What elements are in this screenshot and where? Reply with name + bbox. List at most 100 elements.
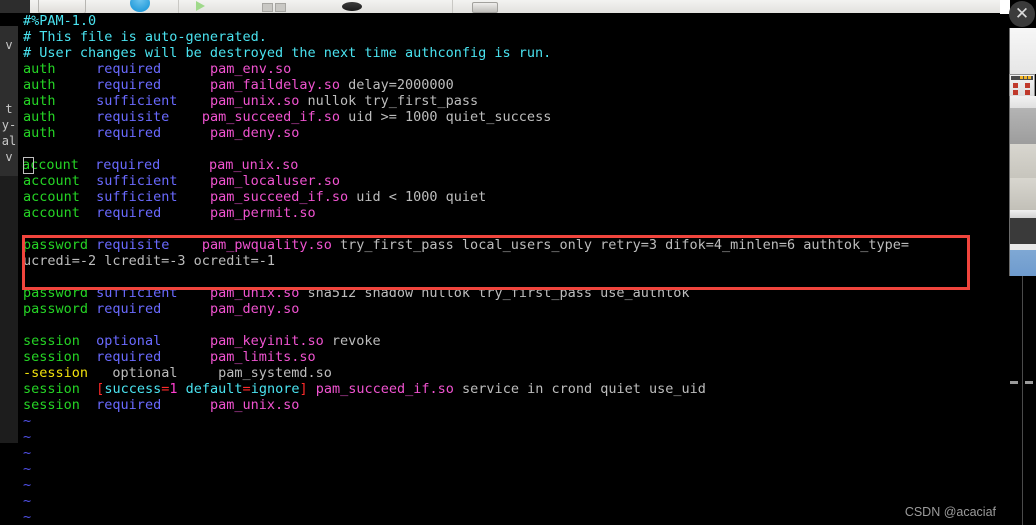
background-char-2: t: [5, 102, 13, 116]
vim-empty-marker: ~: [23, 493, 32, 509]
toolbar-split-icon-left[interactable]: [262, 3, 273, 12]
right-panel-f[interactable]: [1009, 210, 1036, 218]
pam-module: pam_permit.so: [209, 205, 316, 221]
pam-args: sha512 shadow nullok try_first_pass use_…: [299, 285, 690, 301]
right-panel-selected[interactable]: [1009, 250, 1036, 276]
pam-args: uid < 1000 quiet: [348, 189, 487, 205]
icon-red-4: [1025, 90, 1030, 95]
pam-control: required: [96, 125, 162, 141]
pam-module: pam_env.so: [209, 61, 292, 77]
right-panel-a[interactable]: [1009, 28, 1036, 74]
code-line-22-dash-session: -session optional pam_systemd.so: [23, 365, 332, 381]
code-line-20: session optional pam_keyinit.so revoke: [23, 333, 381, 349]
pam-module: pam_unix.so: [209, 93, 300, 109]
line-comment: # User changes will be destroyed the nex…: [23, 45, 552, 61]
pam-control: requisite: [96, 237, 170, 253]
code-line-13: account required pam_permit.so: [23, 205, 316, 221]
toolbar-pill-icon[interactable]: [342, 2, 362, 11]
code-line-7: auth requisite pam_succeed_if.so uid >= …: [23, 109, 551, 125]
background-char-5: v: [5, 150, 13, 164]
vim-empty-marker: ~: [23, 413, 32, 429]
bracket-equals-2: =: [242, 381, 251, 397]
toolbar-run-icon[interactable]: [196, 1, 205, 11]
code-line-1: #%PAM-1.0: [23, 13, 96, 29]
firewall-app-icon[interactable]: [1009, 74, 1035, 98]
vim-empty-marker: ~: [23, 477, 32, 493]
pam-type: auth: [23, 125, 56, 141]
right-panel-b[interactable]: [1009, 96, 1036, 108]
bracket-value-1: 1: [169, 381, 178, 397]
background-char-3: y-: [1, 118, 17, 132]
pam-type: session: [23, 349, 80, 365]
vim-cursor: [23, 157, 34, 174]
pam-control: required: [96, 205, 162, 221]
bracket-key-success: success: [104, 381, 162, 397]
pam-control: sufficient: [96, 173, 178, 189]
vim-empty-marker: ~: [23, 445, 32, 461]
pam-type: session: [23, 397, 80, 413]
background-char-1: v: [5, 38, 13, 52]
right-panel-c[interactable]: [1009, 108, 1036, 144]
pam-module: pam_succeed_if.so: [209, 189, 349, 205]
line-comment: #%PAM-1.0: [23, 13, 97, 29]
pam-module: pam_unix.so: [209, 397, 300, 413]
application-toolbar[interactable]: [0, 0, 1010, 14]
icon-dot-3: [1028, 76, 1031, 79]
pam-module: pam_localuser.so: [209, 173, 341, 189]
pam-module: pam_pwquality.so: [201, 237, 332, 253]
icon-red-3: [1013, 90, 1018, 95]
pam-control: sufficient: [96, 189, 178, 205]
right-panel-e[interactable]: [1009, 178, 1036, 210]
background-window-sliver[interactable]: v t y- al v: [0, 13, 18, 525]
pam-module: pam_deny.so: [209, 301, 300, 317]
pam-type: password: [23, 285, 89, 301]
right-panel-g[interactable]: [1009, 218, 1036, 244]
pam-type: account: [23, 173, 80, 189]
pam-args: revoke: [323, 333, 381, 349]
vim-empty-marker: ~: [23, 429, 32, 445]
pam-type: auth: [23, 93, 56, 109]
toolbar-save-button[interactable]: [38, 0, 86, 13]
pam-type: account: [23, 205, 80, 221]
pam-args: nullok try_first_pass: [299, 93, 479, 109]
toolbar-separator: [178, 0, 179, 13]
right-vertical-divider: [1022, 276, 1023, 525]
screen: v t y- al v #%PAM-1.0 # This file is aut…: [0, 0, 1036, 525]
pam-module: pam_succeed_if.so: [315, 381, 454, 397]
pam-control: optional: [96, 333, 162, 349]
pam-control: sufficient: [96, 93, 178, 109]
terminal-vim-buffer[interactable]: #%PAM-1.0 # This file is auto-generated.…: [18, 13, 1010, 525]
right-panel-d[interactable]: [1009, 144, 1036, 178]
toolbar-split-icon-right[interactable]: [275, 3, 286, 12]
vim-empty-marker: ~: [23, 509, 32, 525]
background-window-panel-lower: [0, 176, 18, 443]
pam-type: session: [23, 381, 80, 397]
toolbar-globe-icon[interactable]: [130, 0, 150, 12]
code-line-10: account required pam_unix.so: [22, 157, 299, 174]
toolbar-monitor-icon[interactable]: [472, 2, 498, 13]
pam-control: required: [96, 77, 162, 93]
line-comment: # This file is auto-generated.: [23, 29, 267, 45]
bracket-value-2: ignore: [250, 381, 300, 397]
close-icon[interactable]: ✕: [1009, 1, 1035, 27]
pam-control: required: [96, 61, 162, 77]
watermark: CSDN @acaciaf: [904, 505, 996, 519]
pam-args: try_first_pass local_users_only retry=3 …: [331, 237, 909, 253]
code-line-11: account sufficient pam_localuser.so: [23, 173, 340, 189]
background-char-4: al: [1, 134, 17, 148]
pam-module: pam_unix.so: [208, 157, 299, 173]
vim-empty-marker: ~: [23, 461, 32, 477]
code-line-8: auth required pam_deny.so: [23, 125, 299, 141]
pam-module: pam_limits.so: [209, 349, 316, 365]
icon-red-1: [1013, 83, 1018, 88]
pam-control: required: [96, 397, 162, 413]
pam-type: auth: [23, 61, 56, 77]
code-line-3: # User changes will be destroyed the nex…: [23, 45, 551, 61]
right-dash-1: [1010, 381, 1018, 384]
right-desktop-strip: [1000, 0, 1036, 525]
code-line-12: account sufficient pam_succeed_if.so uid…: [23, 189, 486, 205]
bracket-close: ]: [299, 381, 308, 397]
code-line-16-wrapped: ucredi=-2 lcredit=-3 ocredit=-1: [23, 253, 275, 269]
pam-type: session: [23, 333, 80, 349]
pam-type: password: [23, 301, 89, 317]
